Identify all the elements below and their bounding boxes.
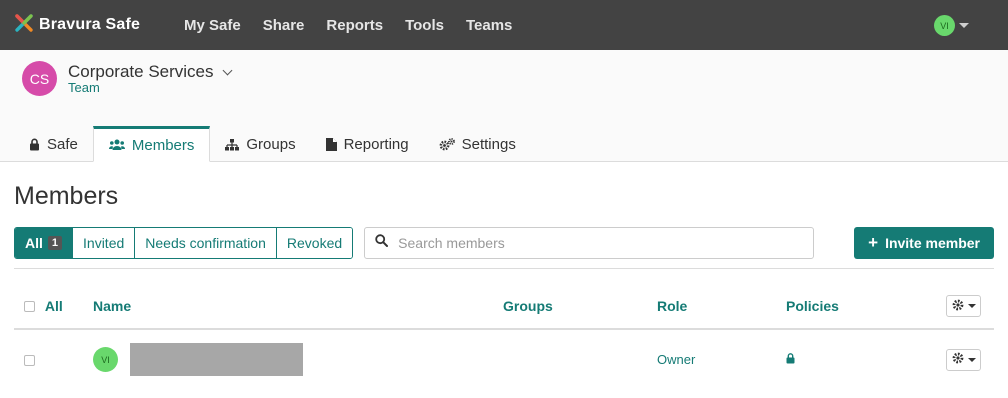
nav-tools[interactable]: Tools xyxy=(405,17,444,34)
column-header-role[interactable]: Role xyxy=(657,283,786,330)
nav-teams[interactable]: Teams xyxy=(466,17,512,34)
tab-label: Reporting xyxy=(343,136,409,153)
tab-reporting[interactable]: Reporting xyxy=(311,127,424,162)
top-navbar: Bravura Safe My Safe Share Reports Tools… xyxy=(0,0,1008,50)
brand-logo-icon xyxy=(14,13,34,38)
tab-label: Members xyxy=(131,136,195,154)
tab-safe[interactable]: Safe xyxy=(14,127,93,162)
org-tabs: Safe Members Groups Reporting Settings xyxy=(14,126,531,162)
select-all-checkbox[interactable] xyxy=(24,300,35,312)
nav-share[interactable]: Share xyxy=(263,17,305,34)
row-select-cell xyxy=(14,329,93,389)
member-role: Owner xyxy=(657,352,696,367)
invite-member-label: Invite member xyxy=(885,235,980,251)
lock-icon xyxy=(786,352,795,367)
tab-label: Safe xyxy=(47,136,78,153)
tab-groups[interactable]: Groups xyxy=(210,127,310,162)
column-header-groups[interactable]: Groups xyxy=(503,283,657,330)
select-all-label: All xyxy=(44,298,63,315)
members-table: All Name Groups Role Policies VI Owner xyxy=(14,283,994,389)
filter-revoked-button[interactable]: Revoked xyxy=(276,228,353,258)
brand-name: Bravura Safe xyxy=(39,16,141,33)
org-type: Team xyxy=(68,80,100,95)
chevron-down-icon xyxy=(959,23,969,28)
table-row: VI Owner xyxy=(14,329,994,389)
filter-all-label: All xyxy=(25,235,43,251)
filter-invited-button[interactable]: Invited xyxy=(73,228,136,258)
members-toolbar: All 1 Invited Needs confirmation Revoked… xyxy=(14,227,994,259)
row-actions-button[interactable] xyxy=(946,348,981,371)
column-header-name[interactable]: Name xyxy=(93,283,503,330)
member-policies-cell xyxy=(786,329,944,389)
user-menu[interactable]: VI xyxy=(934,15,969,36)
tab-label: Groups xyxy=(246,136,296,153)
chevron-down-icon xyxy=(967,303,976,308)
column-header-policies[interactable]: Policies xyxy=(786,283,944,330)
org-header: CS Corporate Services Team Safe Members xyxy=(0,50,1008,162)
invite-member-button[interactable]: + Invite member xyxy=(854,227,994,259)
divider xyxy=(14,268,994,269)
plus-icon: + xyxy=(868,233,879,252)
lock-icon xyxy=(29,138,40,151)
table-header-row: All Name Groups Role Policies xyxy=(14,283,994,330)
chevron-down-icon xyxy=(222,65,232,76)
org-switcher[interactable]: Corporate Services xyxy=(68,62,232,82)
avatar: VI xyxy=(93,347,118,372)
nav-my-safe[interactable]: My Safe xyxy=(184,17,241,34)
filter-all-button[interactable]: All 1 xyxy=(15,228,74,258)
select-all-header: All xyxy=(14,283,93,330)
bulk-actions-header xyxy=(944,283,994,330)
tab-settings[interactable]: Settings xyxy=(424,127,531,162)
bulk-actions-button[interactable] xyxy=(946,294,981,317)
org-name: Corporate Services xyxy=(68,62,214,81)
search-box xyxy=(364,227,815,259)
search-input[interactable] xyxy=(396,234,797,252)
filter-needs-confirmation-button[interactable]: Needs confirmation xyxy=(135,228,277,258)
redacted-member-name[interactable] xyxy=(129,343,303,376)
users-icon xyxy=(108,139,125,151)
brand[interactable]: Bravura Safe xyxy=(14,13,184,38)
row-actions-cell xyxy=(944,329,994,389)
member-count-badge: 1 xyxy=(47,236,63,250)
search-icon xyxy=(375,234,389,252)
member-name-cell: VI xyxy=(93,329,503,389)
tab-members[interactable]: Members xyxy=(92,126,211,162)
status-filter-group: All 1 Invited Needs confirmation Revoked xyxy=(14,227,354,259)
sitemap-icon xyxy=(225,138,240,151)
file-icon xyxy=(325,138,337,151)
member-groups-cell xyxy=(503,329,657,389)
tab-label: Settings xyxy=(461,136,516,153)
page-title: Members xyxy=(14,182,119,210)
gear-icon xyxy=(952,298,964,314)
row-checkbox[interactable] xyxy=(24,355,35,367)
cogs-icon xyxy=(439,138,455,151)
user-avatar: VI xyxy=(934,15,955,36)
chevron-down-icon xyxy=(967,357,976,362)
org-avatar: CS xyxy=(22,61,57,96)
nav-reports[interactable]: Reports xyxy=(326,17,383,34)
main-nav: My Safe Share Reports Tools Teams xyxy=(184,17,534,34)
main-content: Members All 1 Invited Needs confirmation… xyxy=(0,182,1008,389)
gear-icon xyxy=(952,352,964,367)
